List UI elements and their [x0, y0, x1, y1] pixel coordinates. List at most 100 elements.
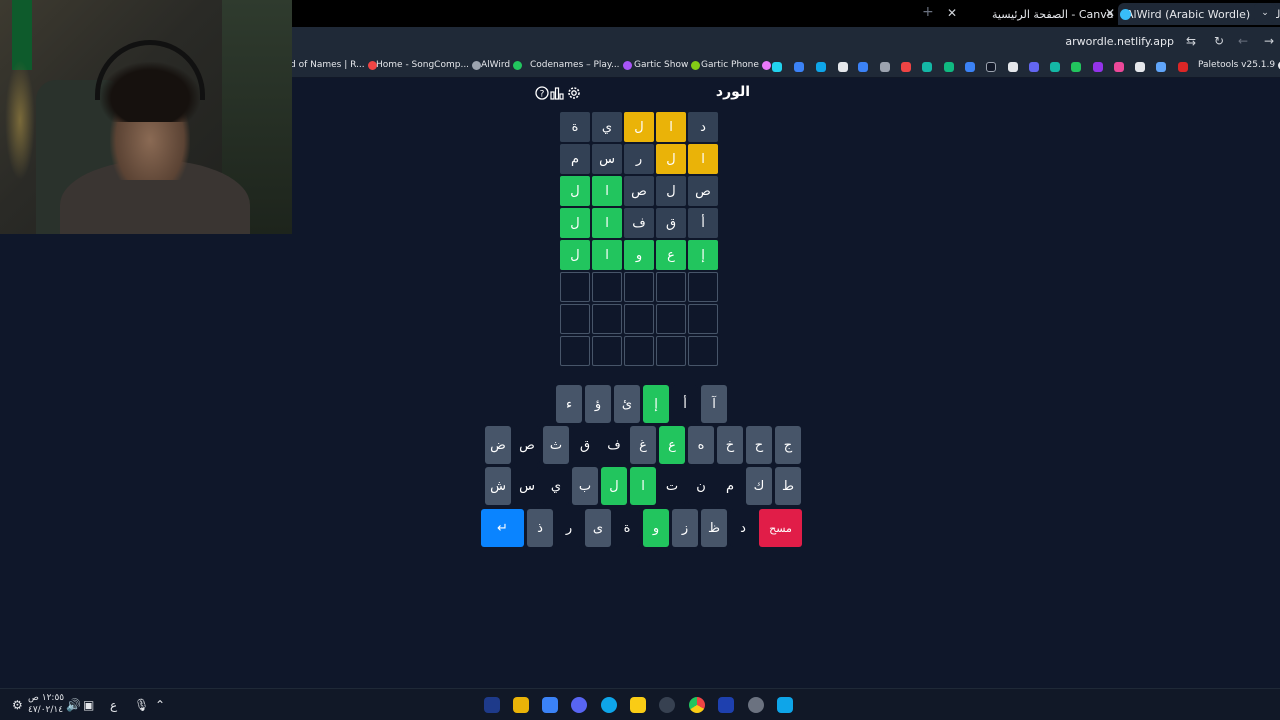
network-icon[interactable]: ▣: [83, 698, 94, 712]
extension-icon[interactable]: [1050, 62, 1060, 72]
file-explorer-icon[interactable]: [630, 697, 646, 713]
close-icon[interactable]: ✕: [947, 6, 957, 20]
steam-icon[interactable]: [718, 697, 734, 713]
keyboard-key[interactable]: ة: [614, 509, 640, 547]
discord-icon[interactable]: [571, 697, 587, 713]
extension-icon[interactable]: [880, 62, 890, 72]
stats-icon[interactable]: [550, 85, 564, 100]
extension-icon[interactable]: [1008, 62, 1018, 72]
site-settings-icon[interactable]: ⇆: [1186, 34, 1196, 48]
help-icon[interactable]: ?: [535, 85, 549, 100]
bookmark-item[interactable]: Home - SongComp...: [376, 60, 482, 70]
keyboard-key[interactable]: ح: [746, 426, 772, 464]
keyboard-key[interactable]: آ: [701, 385, 727, 423]
keyboard-key[interactable]: ئ: [614, 385, 640, 423]
keyboard-key[interactable]: ا: [630, 467, 656, 505]
microphone-icon[interactable]: 🎙: [134, 698, 149, 712]
tab-menu-chevron-icon[interactable]: ⌄: [1254, 3, 1276, 23]
clock-date[interactable]: ٤٧/٠٢/١٤: [28, 705, 63, 715]
instagram-icon[interactable]: [1114, 62, 1124, 72]
keyboard-key[interactable]: ض: [485, 426, 511, 464]
keyboard-key[interactable]: أ: [672, 385, 698, 423]
keyboard-key[interactable]: ؤ: [585, 385, 611, 423]
bookmark-item[interactable]: d of Names | R...: [290, 60, 377, 70]
extension-icon[interactable]: [858, 62, 868, 72]
clock-time[interactable]: ١٢:٥٥ ص: [28, 693, 64, 703]
extension-icon[interactable]: [772, 62, 782, 72]
clock-app-icon[interactable]: [659, 697, 675, 713]
extension-icon[interactable]: [944, 62, 954, 72]
keyboard-key[interactable]: ل: [601, 467, 627, 505]
app-icon[interactable]: [542, 697, 558, 713]
keyboard-key[interactable]: ن: [688, 467, 714, 505]
steam-icon[interactable]: [484, 697, 500, 713]
letter-tile: ص: [688, 176, 718, 206]
extension-icon[interactable]: [816, 62, 826, 72]
keyboard-key[interactable]: د: [730, 509, 756, 547]
bookmark-item[interactable]: Codenames – Play...: [530, 60, 632, 70]
language-indicator[interactable]: ع: [110, 698, 117, 712]
keyboard-key[interactable]: خ: [717, 426, 743, 464]
keyboard-key[interactable]: ء: [556, 385, 582, 423]
keyboard-key[interactable]: ص: [514, 426, 540, 464]
chevron-up-icon[interactable]: ⌃: [155, 698, 165, 712]
bookmark-item[interactable]: Gartic Phone: [701, 60, 771, 70]
settings-gear-icon[interactable]: [748, 697, 764, 713]
volume-icon[interactable]: 🔊: [66, 698, 81, 712]
x-icon[interactable]: [1135, 62, 1145, 72]
keyboard-key[interactable]: ت: [659, 467, 685, 505]
keyboard-key[interactable]: ع: [659, 426, 685, 464]
forward-arrow-icon[interactable]: ←: [1238, 34, 1248, 48]
keyboard-key[interactable]: ظ: [701, 509, 727, 547]
tab-canva[interactable]: الصفحة الرئيسية - Canva: [984, 3, 1139, 25]
keyboard-key[interactable]: ق: [572, 426, 598, 464]
address-bar[interactable]: arwordle.netlify.app: [1065, 35, 1174, 48]
extension-icon[interactable]: [1029, 62, 1039, 72]
extension-icon[interactable]: [901, 62, 911, 72]
keyboard-key[interactable]: و: [643, 509, 669, 547]
reload-icon[interactable]: ↻: [1214, 34, 1224, 48]
extension-icon[interactable]: [1071, 62, 1081, 72]
bookmark-item[interactable]: Gartic Show: [634, 60, 701, 70]
webcam-overlay: [0, 0, 292, 234]
extension-icon[interactable]: [794, 62, 804, 72]
extension-icon[interactable]: [1156, 62, 1166, 72]
keyboard-key[interactable]: س: [514, 467, 540, 505]
empty-tile: [560, 272, 590, 302]
keyboard-key[interactable]: ب: [572, 467, 598, 505]
keyboard-key[interactable]: غ: [630, 426, 656, 464]
new-tab-button[interactable]: +: [922, 4, 934, 20]
extension-icon[interactable]: [965, 62, 975, 72]
bookmark-item[interactable]: AlWird: [481, 60, 523, 70]
keyboard-key[interactable]: ك: [746, 467, 772, 505]
keyboard-key[interactable]: ذ: [527, 509, 553, 547]
bookmark-item[interactable]: Paletools v25.1.9: [1198, 60, 1280, 70]
extension-icon[interactable]: [922, 62, 932, 72]
keyboard-key[interactable]: ش: [485, 467, 511, 505]
windows-start-icon[interactable]: [777, 697, 793, 713]
keyboard-key[interactable]: ي: [543, 467, 569, 505]
keyboard-key[interactable]: ف: [601, 426, 627, 464]
extension-icon[interactable]: [1093, 62, 1103, 72]
keyboard-key[interactable]: ج: [775, 426, 801, 464]
chrome-icon[interactable]: [689, 697, 705, 713]
youtube-icon[interactable]: [1178, 62, 1188, 72]
rockstar-icon[interactable]: [513, 697, 529, 713]
extension-icon[interactable]: [838, 62, 848, 72]
keyboard-key[interactable]: ه: [688, 426, 714, 464]
keyboard-key[interactable]: ز: [672, 509, 698, 547]
keyboard-key[interactable]: ط: [775, 467, 801, 505]
settings-icon[interactable]: [567, 85, 581, 99]
keyboard-key[interactable]: ى: [585, 509, 611, 547]
keyboard-key[interactable]: إ: [643, 385, 669, 423]
keyboard-key[interactable]: ر: [556, 509, 582, 547]
enter-key[interactable]: ↵: [481, 509, 524, 547]
notification-icon[interactable]: ⚙: [12, 698, 23, 712]
delete-key[interactable]: مسح: [759, 509, 802, 547]
extension-icon[interactable]: [986, 62, 996, 72]
keyboard-key[interactable]: م: [717, 467, 743, 505]
keyboard-key[interactable]: ث: [543, 426, 569, 464]
edge-icon[interactable]: [601, 697, 617, 713]
back-arrow-icon[interactable]: →: [1264, 34, 1274, 48]
letter-tile: ل: [560, 208, 590, 238]
